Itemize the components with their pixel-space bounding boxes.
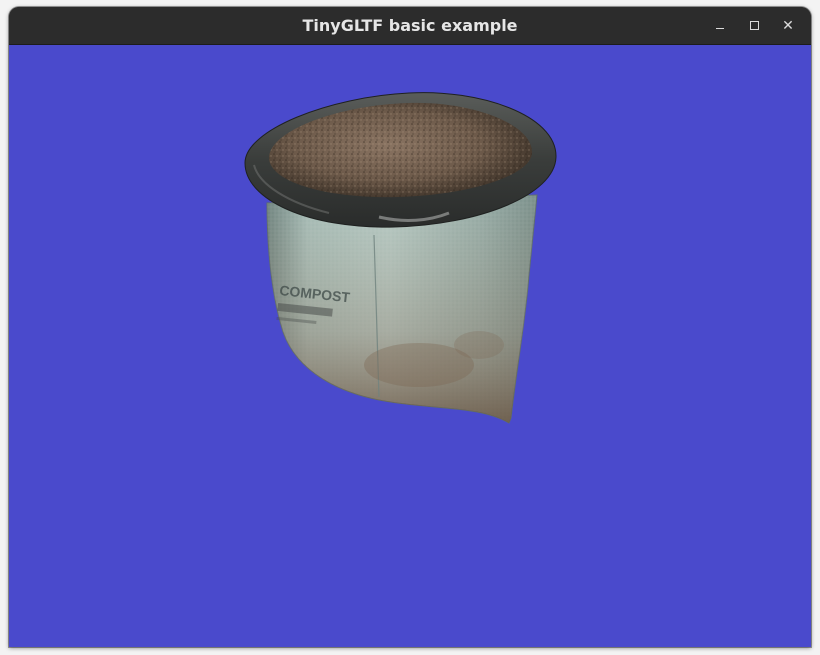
- maximize-button[interactable]: [737, 7, 771, 44]
- app-window: TinyGLTF basic example ✕ COMPOST: [9, 7, 811, 647]
- compost-bag-model: COMPOST: [244, 92, 557, 424]
- window-title: TinyGLTF basic example: [302, 16, 518, 35]
- minimize-icon: [716, 28, 724, 29]
- window-controls: ✕: [703, 7, 805, 44]
- close-button[interactable]: ✕: [771, 7, 805, 44]
- maximize-icon: [749, 21, 759, 30]
- title-bar[interactable]: TinyGLTF basic example ✕: [9, 7, 811, 45]
- minimize-button[interactable]: [703, 7, 737, 44]
- close-icon: ✕: [782, 17, 794, 34]
- gl-viewport[interactable]: COMPOST: [9, 45, 811, 647]
